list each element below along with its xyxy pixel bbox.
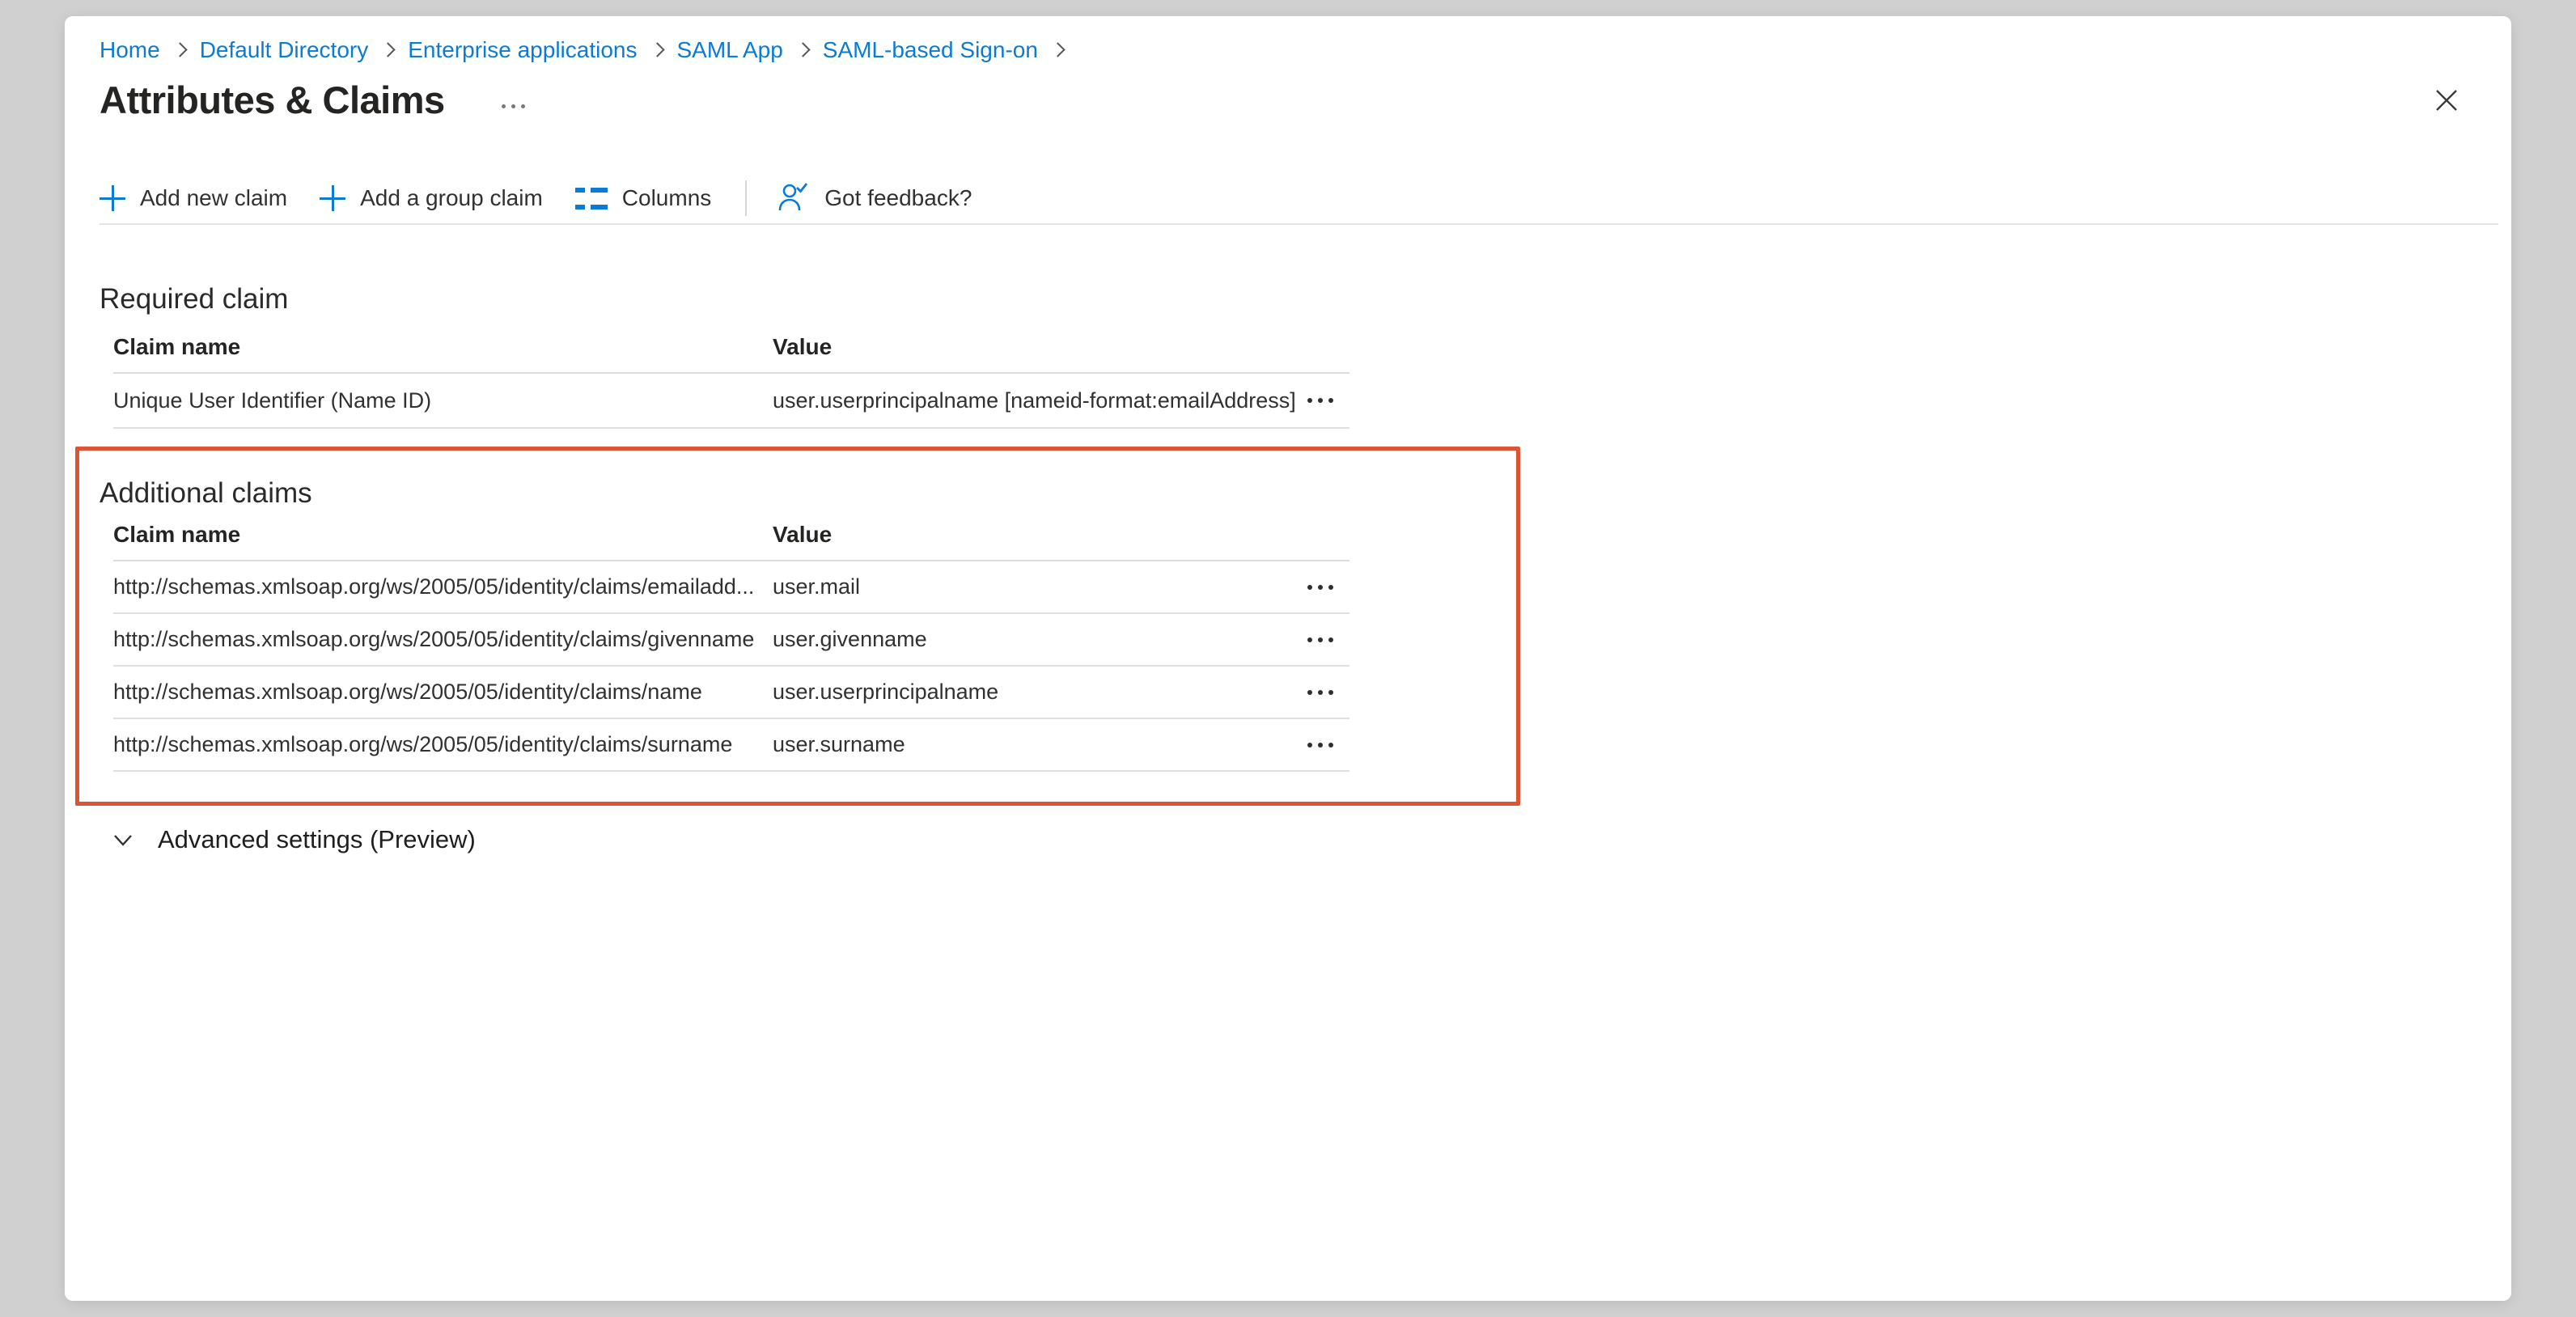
toolbar-divider xyxy=(745,180,747,216)
chevron-right-icon xyxy=(383,37,393,63)
plus-icon xyxy=(320,185,345,211)
row-context-menu-button[interactable] xyxy=(1304,735,1337,756)
chevron-right-icon xyxy=(175,37,185,63)
columns-button[interactable]: Columns xyxy=(575,185,711,211)
required-claim-heading: Required claim xyxy=(100,283,1363,315)
columns-icon xyxy=(575,188,608,210)
value-cell: user.userprincipalname xyxy=(773,680,1304,705)
claim-name-cell: http://schemas.xmlsoap.org/ws/2005/05/id… xyxy=(113,732,773,757)
advanced-settings-toggle[interactable]: Advanced settings (Preview) xyxy=(111,825,476,854)
breadcrumb-item-default-directory[interactable]: Default Directory xyxy=(200,37,369,63)
feedback-person-icon xyxy=(776,181,810,215)
row-context-menu-button[interactable] xyxy=(1304,682,1337,703)
ellipsis-icon xyxy=(502,104,506,108)
claim-name-cell: http://schemas.xmlsoap.org/ws/2005/05/id… xyxy=(113,627,773,652)
breadcrumb: Home Default Directory Enterprise applic… xyxy=(100,37,1078,63)
claim-name-cell: http://schemas.xmlsoap.org/ws/2005/05/id… xyxy=(113,680,773,705)
breadcrumb-item-home[interactable]: Home xyxy=(100,37,160,63)
row-context-menu-button[interactable] xyxy=(1304,629,1337,650)
chevron-down-icon xyxy=(111,828,135,852)
value-column-header: Value xyxy=(773,522,1349,548)
breadcrumb-item-saml-based-sign-on[interactable]: SAML-based Sign-on xyxy=(823,37,1038,63)
additional-claims-section: Additional claims Claim name Value http:… xyxy=(100,477,1363,772)
chevron-right-icon xyxy=(652,37,663,63)
panel-context-menu-button[interactable] xyxy=(495,98,532,115)
page-header: Attributes & Claims xyxy=(100,78,532,122)
ellipsis-icon xyxy=(1307,690,1312,695)
required-claim-table: Claim name Value Unique User Identifier … xyxy=(113,322,1349,429)
got-feedback-label: Got feedback? xyxy=(824,185,972,211)
table-row[interactable]: http://schemas.xmlsoap.org/ws/2005/05/id… xyxy=(113,667,1349,719)
value-cell: user.mail xyxy=(773,574,1304,599)
plus-icon xyxy=(100,185,125,211)
got-feedback-button[interactable]: Got feedback? xyxy=(776,181,972,215)
claim-name-cell: http://schemas.xmlsoap.org/ws/2005/05/id… xyxy=(113,574,773,599)
add-group-claim-label: Add a group claim xyxy=(360,185,543,211)
columns-label: Columns xyxy=(622,185,711,211)
row-context-menu-button[interactable] xyxy=(1304,577,1337,598)
advanced-settings-label: Advanced settings (Preview) xyxy=(158,825,476,854)
value-cell: user.surname xyxy=(773,732,1304,757)
breadcrumb-item-saml-app[interactable]: SAML App xyxy=(677,37,783,63)
table-row[interactable]: http://schemas.xmlsoap.org/ws/2005/05/id… xyxy=(113,719,1349,772)
command-bar-divider xyxy=(100,223,2498,225)
claim-name-column-header: Claim name xyxy=(113,522,773,548)
close-button[interactable] xyxy=(2427,81,2466,120)
ellipsis-icon xyxy=(1307,743,1312,747)
breadcrumb-item-enterprise-applications[interactable]: Enterprise applications xyxy=(408,37,637,63)
claim-name-cell: Unique User Identifier (Name ID) xyxy=(113,388,773,413)
close-icon xyxy=(2434,88,2459,112)
ellipsis-icon xyxy=(1307,398,1312,403)
table-header-row: Claim name Value xyxy=(113,322,1349,374)
chevron-right-icon xyxy=(1053,37,1063,63)
table-row[interactable]: Unique User Identifier (Name ID) user.us… xyxy=(113,374,1349,429)
value-column-header: Value xyxy=(773,334,1349,360)
value-cell: user.givenname xyxy=(773,627,1304,652)
page-title: Attributes & Claims xyxy=(100,78,445,122)
table-header-row: Claim name Value xyxy=(113,510,1349,561)
add-group-claim-button[interactable]: Add a group claim xyxy=(320,185,543,211)
ellipsis-icon xyxy=(1307,637,1312,642)
attributes-claims-panel: Home Default Directory Enterprise applic… xyxy=(65,16,2511,1301)
claim-name-column-header: Claim name xyxy=(113,334,773,360)
table-row[interactable]: http://schemas.xmlsoap.org/ws/2005/05/id… xyxy=(113,614,1349,667)
additional-claims-table: Claim name Value http://schemas.xmlsoap.… xyxy=(113,510,1349,772)
ellipsis-icon xyxy=(1307,585,1312,590)
chevron-right-icon xyxy=(798,37,808,63)
required-claim-section: Required claim Claim name Value Unique U… xyxy=(100,283,1363,429)
additional-claims-heading: Additional claims xyxy=(100,477,1363,510)
row-context-menu-button[interactable] xyxy=(1304,390,1337,411)
add-new-claim-button[interactable]: Add new claim xyxy=(100,185,287,211)
add-new-claim-label: Add new claim xyxy=(140,185,287,211)
value-cell: user.userprincipalname [nameid-format:em… xyxy=(773,388,1304,413)
table-row[interactable]: http://schemas.xmlsoap.org/ws/2005/05/id… xyxy=(113,561,1349,614)
command-bar: Add new claim Add a group claim Columns … xyxy=(100,175,1004,222)
